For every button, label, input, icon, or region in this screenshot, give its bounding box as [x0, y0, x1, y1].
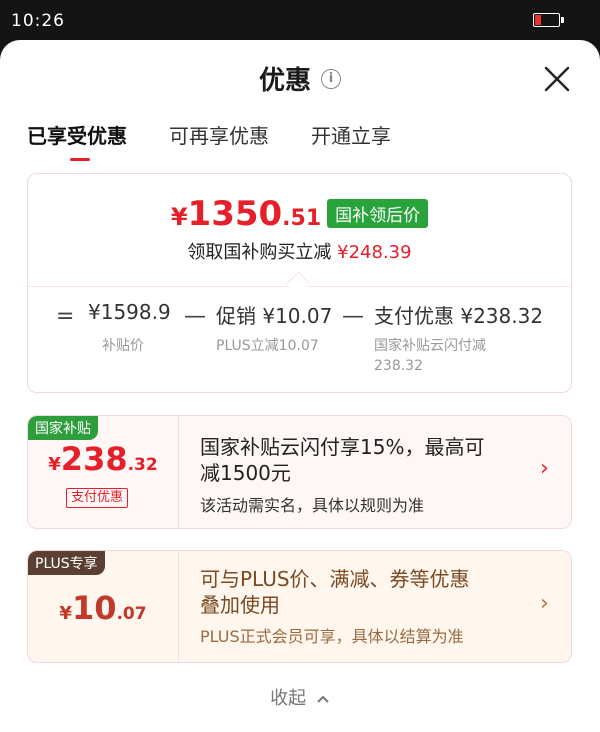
tab-available[interactable]: 可再享优惠 [169, 120, 269, 161]
payment-discount-value: 支付优惠 ¥238.32 [374, 304, 544, 328]
base-price: ¥1598.9 [88, 300, 171, 324]
offer-title: 国家补贴云闪付享15%，最高可 减1500元 [200, 435, 485, 485]
promo-caption: PLUS立减10.07 [216, 338, 319, 354]
subsidy-amount: ¥248.39 [337, 242, 412, 263]
offer-note: PLUS正式会员可享，具体以结算为准 [200, 627, 464, 646]
promo-value: 促销 ¥10.07 [216, 304, 333, 328]
national-subsidy-offer[interactable]: 国家补贴 ¥238.32 支付优惠 国家补贴云闪付享15%，最高可 减1500元… [27, 415, 572, 529]
chevron-right-icon[interactable]: › [540, 456, 549, 481]
subsidy-line: 领取国补购买立减 ¥248.39 [187, 242, 412, 263]
status-bar: 10:26 [0, 0, 600, 44]
info-icon[interactable]: i [321, 68, 341, 89]
price-breakdown: = ¥1598.9 补贴价 — 促销 ¥10.07 PLUS立减10.07 — … [28, 292, 571, 382]
tab-active-indicator [70, 158, 90, 161]
status-time: 10:26 [11, 11, 65, 31]
offer-note: 该活动需实名，具体以规则为准 [200, 496, 425, 515]
tab-activate[interactable]: 开通立享 [311, 120, 391, 161]
minus-sign: — [342, 304, 364, 329]
equals-sign: = [56, 304, 75, 329]
payment-discount-pill: 支付优惠 [66, 488, 129, 508]
plus-exclusive-tag: PLUS专享 [28, 551, 105, 575]
minus-sign: — [184, 304, 206, 329]
base-price-caption: 补贴价 [102, 338, 144, 354]
close-icon[interactable] [540, 62, 574, 96]
discount-sheet: 优惠 i 已享受优惠 可再享优惠 开通立享 ¥1350.51 国补领后价 领取国… [0, 40, 600, 732]
offer-amount: ¥238.32 [48, 440, 158, 478]
chevron-up-icon [317, 695, 329, 703]
national-subsidy-tag: 国家补贴 [28, 416, 98, 440]
price-summary-card: ¥1350.51 国补领后价 领取国补购买立减 ¥248.39 = ¥1598.… [27, 173, 572, 393]
collapse-button[interactable]: 收起 [0, 684, 600, 710]
payment-discount-caption: 国家补贴云闪付减 238.32 [374, 338, 486, 374]
battery-icon [533, 13, 564, 27]
tab-bar: 已享受优惠 可再享优惠 开通立享 [27, 120, 391, 161]
plus-offer[interactable]: PLUS专享 ¥10.07 可与PLUS价、满减、券等优惠 叠加使用 PLUS正… [27, 550, 572, 663]
final-price: ¥1350.51 国补领后价 [28, 194, 571, 234]
sheet-title: 优惠 [258, 66, 311, 96]
subsidy-price-badge: 国补领后价 [327, 199, 429, 228]
offer-amount: ¥10.07 [59, 589, 147, 627]
chevron-right-icon[interactable]: › [540, 591, 549, 616]
tab-enjoyed[interactable]: 已享受优惠 [27, 120, 127, 161]
offer-title: 可与PLUS价、满减、券等优惠 叠加使用 [200, 567, 470, 617]
